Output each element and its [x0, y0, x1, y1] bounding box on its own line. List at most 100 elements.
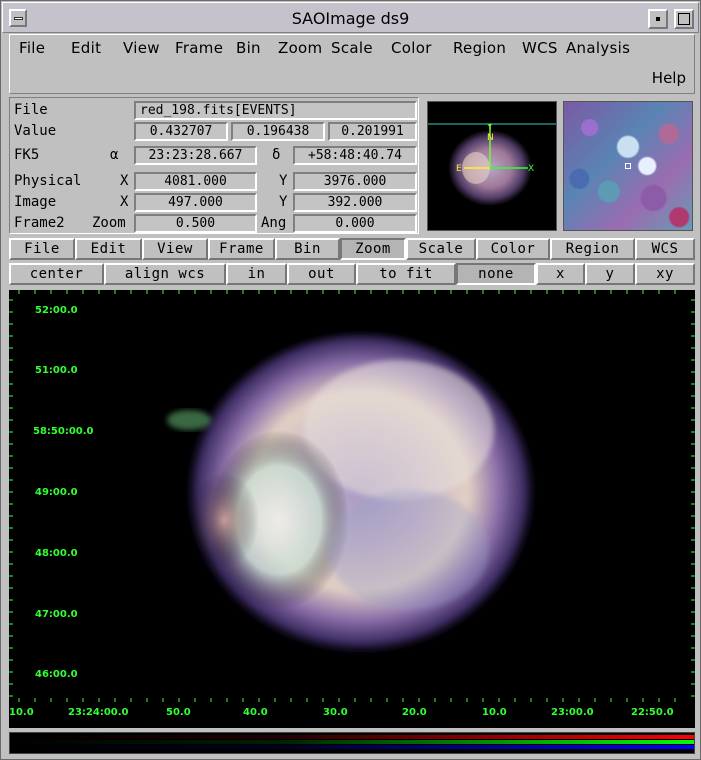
window-title: SAOImage ds9	[291, 9, 410, 28]
menu-bar: File Edit View Frame Bin Zoom Scale Colo…	[9, 34, 695, 94]
btn-zoom-out[interactable]: out	[287, 263, 356, 285]
info-panel: File red_198.fits[EVENTS] Value 0.432707…	[9, 97, 419, 234]
ra-label: 40.0	[243, 707, 268, 718]
dec-label: 52:00.0	[35, 305, 78, 316]
btn-orient-none[interactable]: none	[456, 263, 536, 285]
value-field-3: 0.201991	[328, 122, 417, 141]
btn-wcs[interactable]: WCS	[635, 238, 695, 260]
delta-value: +58:48:40.74	[293, 146, 417, 165]
magnifier	[563, 101, 693, 231]
ra-label: 50.0	[166, 707, 191, 718]
remnant-west-knots	[189, 472, 259, 568]
image-x-value: 497.000	[134, 193, 257, 212]
alpha-value: 23:23:28.667	[134, 146, 257, 165]
btn-align-wcs[interactable]: align wcs	[104, 263, 226, 285]
magnifier-cursor	[625, 163, 631, 169]
physical-y-value: 3976.000	[293, 172, 417, 191]
colorbar-red	[10, 735, 694, 739]
image-y-value: 392.000	[293, 193, 417, 212]
button-bar-zoom: center align wcs in out to fit none x y …	[9, 263, 695, 285]
btn-view[interactable]: View	[142, 238, 208, 260]
frame-label: Frame2	[14, 215, 65, 231]
remnant-jet	[167, 410, 211, 430]
menu-scale[interactable]: Scale	[331, 39, 373, 57]
btn-file[interactable]: File	[9, 238, 75, 260]
fk5-label: FK5	[14, 147, 40, 163]
menu-edit[interactable]: Edit	[71, 39, 101, 57]
btn-scale[interactable]: Scale	[406, 238, 476, 260]
maximize-icon	[678, 13, 690, 25]
btn-bin[interactable]: Bin	[275, 238, 340, 260]
button-bar-main: File Edit View Frame Bin Zoom Scale Colo…	[9, 238, 695, 260]
value-label: Value	[14, 123, 57, 139]
image-label: Image	[14, 194, 57, 210]
panner-view: Y N E X	[428, 123, 556, 206]
ra-label: 22:50.0	[631, 707, 674, 718]
btn-zoom[interactable]: Zoom	[340, 238, 406, 260]
btn-zoom-fit[interactable]: to fit	[356, 263, 456, 285]
image-frame[interactable]: 52:00.0 51:00.0 58:50:00.0 49:00.0 48:00…	[9, 290, 695, 728]
ra-label: 10.0	[9, 707, 34, 718]
btn-zoom-in[interactable]: in	[226, 263, 287, 285]
ang-label: Ang	[261, 215, 287, 231]
btn-orient-x[interactable]: x	[536, 263, 585, 285]
panner[interactable]: Y N E X	[427, 101, 557, 231]
file-value: red_198.fits[EVENTS]	[134, 101, 417, 120]
menu-analysis[interactable]: Analysis	[566, 39, 630, 57]
image-y-label: Y	[279, 194, 288, 210]
title-bar[interactable]: SAOImage ds9	[2, 2, 699, 33]
alpha-symbol: α	[110, 147, 119, 163]
delta-symbol: δ	[272, 147, 281, 163]
colorbar-blue	[10, 745, 694, 749]
dec-label: 51:00.0	[35, 365, 78, 376]
dec-label: 58:50:00.0	[33, 426, 94, 437]
value-field-2: 0.196438	[231, 122, 325, 141]
ang-value: 0.000	[293, 214, 417, 233]
menu-zoom[interactable]: Zoom	[278, 39, 322, 57]
menu-region[interactable]: Region	[453, 39, 506, 57]
btn-center[interactable]: center	[9, 263, 104, 285]
btn-color[interactable]: Color	[476, 238, 550, 260]
value-field-1: 0.432707	[134, 122, 228, 141]
colorbar[interactable]	[9, 732, 695, 754]
btn-frame[interactable]: Frame	[208, 238, 275, 260]
remnant-inner-filaments	[329, 490, 489, 610]
physical-x-label: X	[120, 173, 129, 189]
ra-label: 20.0	[402, 707, 427, 718]
ra-label: 23:00.0	[551, 707, 594, 718]
image-x-label: X	[120, 194, 129, 210]
physical-label: Physical	[14, 173, 82, 189]
image-canvas: 52:00.0 51:00.0 58:50:00.0 49:00.0 48:00…	[9, 290, 695, 718]
minimize-icon	[656, 17, 660, 21]
dec-label: 46:00.0	[35, 669, 78, 680]
ra-label: 23:24:00.0	[68, 707, 129, 718]
maximize-button[interactable]	[674, 9, 694, 29]
ra-label: 10.0	[482, 707, 507, 718]
dec-label: 47:00.0	[35, 609, 78, 620]
menu-wcs[interactable]: WCS	[522, 39, 558, 57]
physical-x-value: 4081.000	[134, 172, 257, 191]
menu-help[interactable]: Help	[652, 69, 686, 87]
menu-bin[interactable]: Bin	[236, 39, 261, 57]
dec-label: 49:00.0	[35, 487, 78, 498]
panner-north-label: N	[487, 133, 494, 143]
btn-orient-y[interactable]: y	[585, 263, 635, 285]
colorbar-green	[10, 740, 694, 744]
menu-color[interactable]: Color	[391, 39, 432, 57]
zoom-label: Zoom	[92, 215, 126, 231]
btn-orient-xy[interactable]: xy	[635, 263, 695, 285]
menu-view[interactable]: View	[123, 39, 160, 57]
physical-y-label: Y	[279, 173, 288, 189]
btn-region[interactable]: Region	[550, 238, 635, 260]
minimize-button[interactable]	[648, 9, 668, 29]
ra-label: 30.0	[323, 707, 348, 718]
menu-frame[interactable]: Frame	[175, 39, 223, 57]
dec-label: 48:00.0	[35, 548, 78, 559]
btn-edit[interactable]: Edit	[75, 238, 142, 260]
panner-y-label: Y	[486, 123, 493, 133]
zoom-value: 0.500	[134, 214, 257, 233]
menu-file[interactable]: File	[19, 39, 45, 57]
ra-axis-labels: 10.0 23:24:00.0 50.0 40.0 30.0 20.0 10.0…	[9, 707, 674, 718]
panner-east-label: E	[456, 164, 462, 174]
ds9-window: SAOImage ds9 File Edit View Frame Bin Zo…	[0, 0, 701, 760]
